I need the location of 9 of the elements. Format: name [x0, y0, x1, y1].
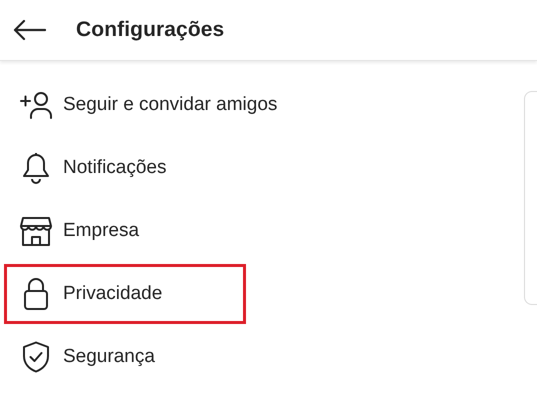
settings-item[interactable]: Seguir e convidar amigos: [4, 75, 288, 135]
settings-item[interactable]: Empresa: [4, 201, 246, 261]
settings-item[interactable]: Segurança: [4, 327, 246, 387]
page-title: Configurações: [76, 18, 224, 42]
shop-icon: [19, 216, 53, 246]
back-arrow-icon[interactable]: [12, 19, 46, 41]
add-person-icon: [19, 91, 53, 119]
settings-item[interactable]: Privacidade: [4, 264, 246, 324]
settings-item[interactable]: Notificações: [4, 138, 246, 198]
